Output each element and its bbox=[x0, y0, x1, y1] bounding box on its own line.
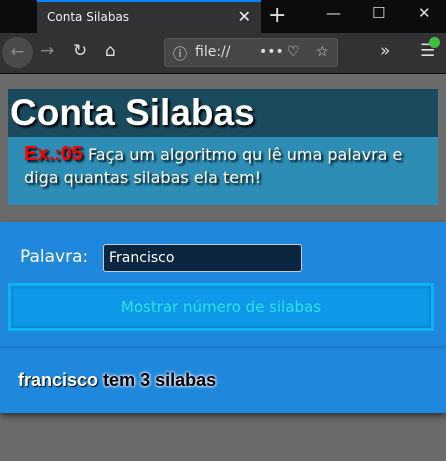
more-icon[interactable]: ••• bbox=[259, 44, 284, 60]
nav-toolbar: ← → ↻ ⌂ ⓘ file:// ••• ♡ ☆ » ☰ bbox=[0, 33, 446, 74]
browser-tab[interactable]: Conta Silabas ✕ bbox=[37, 0, 261, 33]
forward-icon[interactable]: → bbox=[40, 41, 54, 61]
result-count: tem 3 silabas bbox=[103, 370, 217, 390]
star-icon[interactable]: ☆ bbox=[316, 44, 329, 60]
exercise-description: Ex.:05 Faça um algoritmo qu lê uma palav… bbox=[8, 137, 438, 189]
word-input[interactable] bbox=[103, 244, 302, 272]
result-text: francisco tem 3 silabas bbox=[18, 370, 216, 391]
new-tab-icon[interactable]: + bbox=[268, 3, 286, 28]
minimize-icon[interactable]: — bbox=[326, 4, 341, 22]
pocket-icon[interactable]: ♡ bbox=[287, 44, 300, 60]
page-header: Conta Silabas Ex.:05 Faça um algoritmo q… bbox=[8, 89, 438, 205]
info-icon[interactable]: ⓘ bbox=[173, 44, 187, 64]
maximize-icon[interactable]: ☐ bbox=[372, 4, 385, 22]
overflow-icon[interactable]: » bbox=[380, 41, 390, 61]
exercise-number: Ex.:05 bbox=[24, 143, 83, 165]
tab-bar: Conta Silabas ✕ + — ☐ ✕ bbox=[0, 0, 446, 33]
word-label: Palavra: bbox=[20, 247, 89, 267]
tab-title: Conta Silabas bbox=[47, 10, 130, 24]
close-tab-icon[interactable]: ✕ bbox=[238, 7, 251, 26]
divider bbox=[0, 346, 446, 350]
page-title: Conta Silabas bbox=[8, 89, 438, 137]
show-syllables-button[interactable]: Mostrar número de silabas bbox=[8, 283, 434, 331]
back-icon[interactable]: ← bbox=[2, 37, 33, 68]
result-word: francisco bbox=[18, 370, 99, 390]
main-panel: Palavra: Mostrar número de silabas franc… bbox=[0, 222, 446, 413]
url-bar[interactable]: ⓘ file:// ••• ♡ ☆ bbox=[164, 38, 338, 67]
close-window-icon[interactable]: ✕ bbox=[418, 4, 431, 22]
url-text: file:// bbox=[195, 44, 231, 60]
home-icon[interactable]: ⌂ bbox=[105, 41, 116, 61]
reload-icon[interactable]: ↻ bbox=[73, 41, 87, 61]
update-badge-icon bbox=[429, 37, 440, 48]
